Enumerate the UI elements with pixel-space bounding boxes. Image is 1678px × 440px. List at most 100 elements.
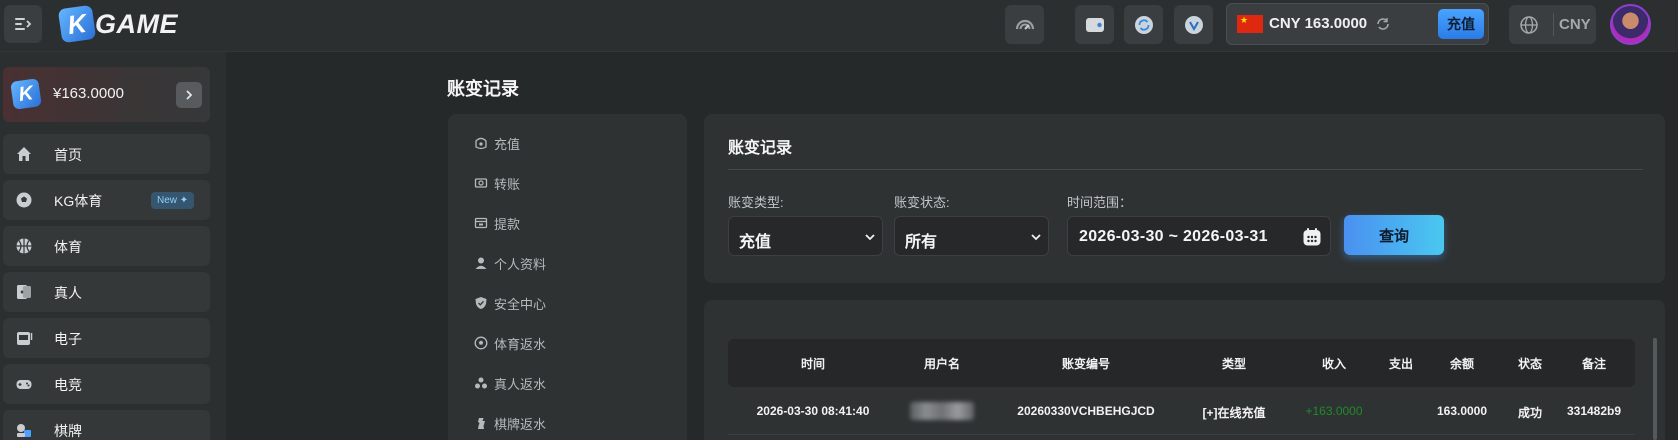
currency-label: CNY (1559, 16, 1591, 33)
sidebar-item-label: 首页 (54, 147, 82, 163)
balance-refresh-icon[interactable] (1375, 16, 1391, 32)
column-header-time: 时间 (800, 357, 826, 371)
type-select[interactable]: 充值 (728, 216, 883, 256)
status-select-value: 所有 (905, 234, 938, 251)
wallet-icon (1085, 17, 1104, 32)
user-avatar[interactable] (1610, 4, 1651, 45)
soccer-ball-icon (16, 192, 32, 208)
sidebar-item-slots[interactable]: 电子 (3, 318, 210, 358)
cell-id: 20260330VCHBEHGJCD (1017, 404, 1155, 418)
new-badge: New ✦ (151, 192, 195, 209)
kgame-logo[interactable]: K GAME (57, 4, 178, 44)
chevron-down-icon (865, 234, 875, 241)
china-flag-icon: ★ (1237, 15, 1263, 33)
menu-toggle-button[interactable] (4, 5, 42, 43)
cell-income: +163.0000 (1305, 404, 1363, 418)
calendar-icon (1303, 228, 1321, 246)
submenu-item-security[interactable]: 安全中心 (474, 293, 546, 313)
sidebar-item-live-casino[interactable]: 真人 (3, 272, 210, 312)
sidebar-item-chess[interactable]: 棋牌 (3, 410, 210, 440)
globe-icon (1520, 16, 1538, 34)
vip-button[interactable] (1174, 5, 1213, 44)
submenu-label: 真人返水 (494, 376, 547, 392)
submenu-label: 充值 (494, 136, 521, 152)
status-select[interactable]: 所有 (894, 216, 1049, 256)
sidebar-item-label: 电竞 (54, 377, 82, 393)
cell-status: 成功 (1517, 406, 1543, 420)
sidebar-item-home[interactable]: 首页 (3, 134, 210, 174)
sidebar-item-esports[interactable]: 电竞 (3, 364, 210, 404)
submenu-item-deposit[interactable]: 充值 (474, 133, 520, 153)
type-label: 账变类型: (728, 195, 784, 210)
live-rebate-icon (475, 377, 487, 389)
status-label: 账变状态: (894, 195, 950, 210)
sidebar: K ¥163.0000 首页 KG体育 New ✦ 体育 真人 电子 电竞 棋牌 (0, 52, 226, 440)
table-scrollbar[interactable] (1653, 338, 1657, 440)
deposit-button[interactable]: 充值 (1438, 9, 1484, 39)
cell-type: [+]在线充值 (1202, 406, 1266, 420)
wallet-button[interactable] (1075, 5, 1114, 44)
submenu-label: 棋牌返水 (494, 416, 547, 432)
sidebar-item-kg-sports[interactable]: KG体育 New ✦ (3, 180, 210, 220)
cell-username-redacted (910, 402, 974, 420)
divider (728, 169, 1643, 170)
table-header: 时间 用户名 账变编号 类型 收入 支出 余额 状态 备注 (728, 339, 1635, 387)
chess-icon (478, 418, 485, 429)
account-submenu: 充值 转账 提款 个人资料 安全中心 体育返水 真人返水 棋牌返水 (448, 114, 687, 440)
filter-title: 账变记录 (728, 140, 793, 157)
sidebar-item-label: 真人 (54, 285, 82, 301)
date-range-value: 2026-03-30 ~ 2026-03-31 (1079, 228, 1268, 245)
deposit-icon (475, 137, 487, 150)
query-button[interactable]: 查询 (1344, 215, 1444, 255)
submenu-item-live-rebate[interactable]: 真人返水 (474, 373, 546, 393)
soccer-ball-icon (474, 336, 488, 350)
currency-language-selector[interactable]: CNY (1509, 5, 1596, 44)
refresh-button[interactable] (1124, 5, 1163, 44)
submenu-item-chess-rebate[interactable]: 棋牌返水 (474, 413, 546, 433)
wallet-logo-icon: K (10, 78, 42, 110)
profile-icon (475, 257, 487, 269)
wallet-expand-button[interactable] (176, 82, 202, 108)
logo-mark: K (57, 4, 97, 44)
speed-test-button[interactable] (1005, 5, 1044, 44)
column-header-id: 账变编号 (1061, 357, 1111, 371)
submenu-label: 提款 (494, 216, 521, 232)
sidebar-item-label: KG体育 (54, 193, 103, 209)
hamburger-menu-icon (15, 18, 32, 30)
basketball-icon (16, 238, 32, 254)
column-header-type: 类型 (1221, 357, 1247, 371)
type-select-value: 充值 (739, 234, 772, 251)
filter-panel: 账变记录 账变类型: 充值 账变状态: 所有 时间范围： 2026-03-30 … (704, 114, 1665, 283)
submenu-label: 体育返水 (494, 336, 547, 352)
submenu-item-sports-rebate[interactable]: 体育返水 (474, 333, 546, 353)
column-header-note: 备注 (1581, 357, 1607, 371)
chevron-down-icon (1031, 234, 1041, 241)
wallet-card[interactable]: K ¥163.0000 (3, 67, 210, 122)
cell-balance: 163.0000 (1436, 404, 1488, 418)
cards-icon (17, 285, 31, 299)
submenu-item-transfer[interactable]: 转账 (474, 173, 520, 193)
speedometer-icon (1015, 19, 1034, 30)
submenu-label: 转账 (494, 176, 521, 192)
page-title: 账变记录 (447, 79, 519, 99)
column-header-expense: 支出 (1388, 357, 1414, 371)
sidebar-item-label: 棋牌 (54, 423, 82, 439)
top-bar: K GAME ★ CNY 163.0000 充值 CNY (0, 0, 1678, 52)
gamepad-icon (16, 380, 32, 389)
column-header-status: 状态 (1517, 357, 1543, 371)
transfer-icon (474, 178, 488, 188)
home-icon (17, 147, 31, 161)
cell-time: 2026-03-30 08:41:40 (756, 404, 870, 418)
logo-text: GAME (95, 8, 178, 39)
sidebar-item-label: 体育 (54, 239, 82, 255)
date-range-picker[interactable]: 2026-03-30 ~ 2026-03-31 (1067, 216, 1331, 256)
submenu-label: 安全中心 (494, 296, 547, 312)
shield-icon (475, 297, 487, 309)
column-header-username: 用户名 (923, 357, 961, 371)
vip-badge-icon (1184, 15, 1203, 34)
balance-amount: CNY 163.0000 (1269, 15, 1368, 32)
submenu-item-profile[interactable]: 个人资料 (474, 253, 546, 273)
submenu-item-withdraw[interactable]: 提款 (474, 213, 520, 233)
sidebar-item-sports[interactable]: 体育 (3, 226, 210, 266)
sidebar-item-label: 电子 (54, 331, 82, 347)
